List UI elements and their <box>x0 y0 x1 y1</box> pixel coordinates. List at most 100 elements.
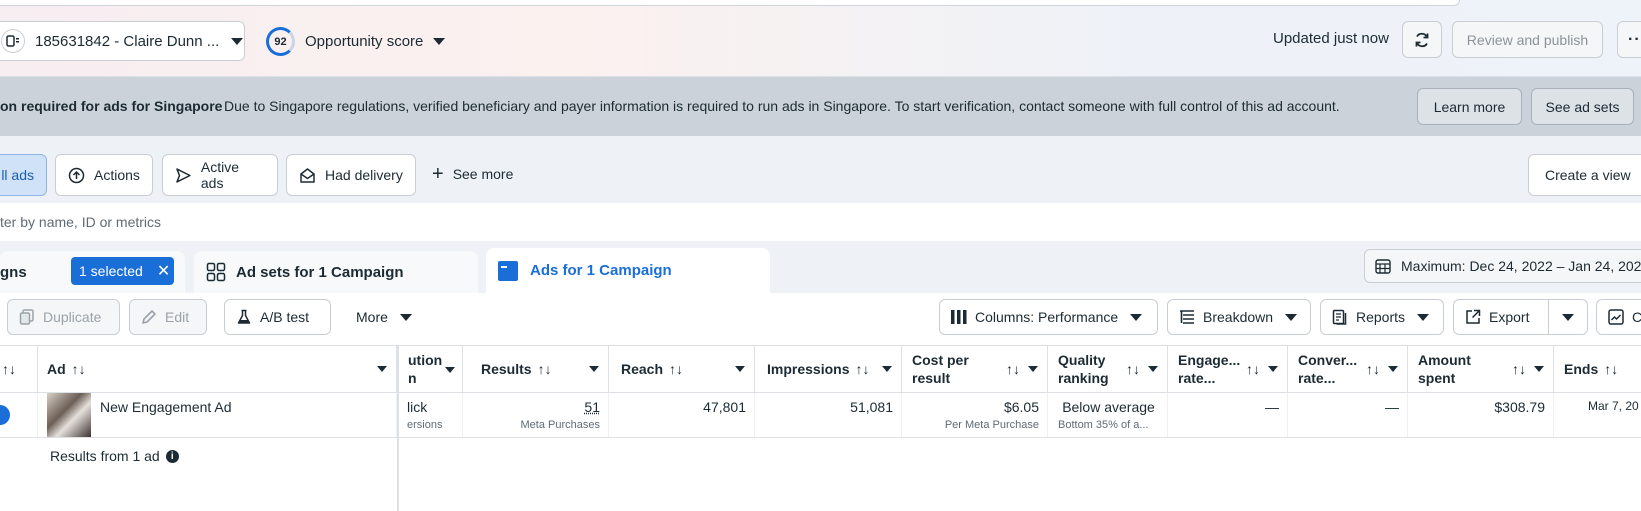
breakdown-button[interactable]: Breakdown <box>1167 299 1311 335</box>
header-impressions[interactable]: Impressions ↑↓ <box>755 346 902 392</box>
chevron-down-icon[interactable] <box>735 366 745 372</box>
learn-more-button[interactable]: Learn more <box>1417 88 1522 125</box>
charts-label: C <box>1632 309 1641 325</box>
ad-name-cell[interactable]: New Engagement Ad <box>38 393 397 437</box>
tab-ads[interactable]: Ads for 1 Campaign <box>486 248 770 293</box>
pencil-icon <box>142 310 156 324</box>
reports-button[interactable]: Reports <box>1320 299 1444 335</box>
chevron-down-icon[interactable] <box>1268 366 1278 372</box>
account-selector[interactable]: 185631842 - Claire Dunn ... <box>0 21 245 61</box>
refresh-button[interactable] <box>1402 21 1442 58</box>
ab-test-label: A/B test <box>260 309 310 325</box>
sort-icon[interactable]: ↑↓ <box>1366 360 1380 378</box>
sort-icon[interactable]: ↑↓ <box>1604 360 1618 378</box>
account-label: 185631842 - Claire Dunn ... <box>35 32 220 50</box>
close-icon[interactable]: ✕ <box>157 261 170 281</box>
more-label: More <box>356 309 388 325</box>
banner-message: Due to Singapore regulations, verified b… <box>224 98 1340 114</box>
chevron-down-icon[interactable] <box>882 366 892 372</box>
header-ad[interactable]: Ad ↑↓ <box>38 346 397 392</box>
reports-icon <box>1332 309 1347 325</box>
chevron-down-icon[interactable] <box>1388 366 1398 372</box>
opportunity-label: Opportunity score <box>305 33 424 50</box>
header-amount-spent[interactable]: Amount spent ↑↓ <box>1408 346 1554 392</box>
table-row[interactable]: New Engagement Ad lick ersions 51 Meta P… <box>0 393 1641 438</box>
header-conversion-rate[interactable]: Conver... rate... ↑↓ <box>1288 346 1408 392</box>
chevron-down-icon[interactable] <box>589 366 599 372</box>
all-ads-filter[interactable]: ll ads <box>0 154 47 196</box>
columns-button[interactable]: Columns: Performance <box>939 299 1158 335</box>
send-icon <box>176 167 191 183</box>
selected-label: 1 selected <box>79 263 143 279</box>
chevron-down-icon[interactable] <box>1534 366 1544 372</box>
see-more-filters[interactable]: + See more <box>432 164 513 184</box>
delivery-toggle[interactable] <box>0 405 10 425</box>
ads-tab-label: Ads for 1 Campaign <box>530 262 672 279</box>
chevron-down-icon[interactable] <box>1028 366 1038 372</box>
sort-icon[interactable]: ↑↓ <box>538 360 552 378</box>
sort-icon[interactable]: ↑↓ <box>1246 360 1260 378</box>
columns-label: Columns: Performance <box>975 309 1119 325</box>
quality-header-text: Quality ranking <box>1058 351 1109 387</box>
more-options-button[interactable]: ··· <box>1617 21 1641 58</box>
quality-header-line2: ranking <box>1058 370 1109 386</box>
results-value[interactable]: 51 <box>471 399 600 415</box>
header-results[interactable]: Results ↑↓ <box>463 346 609 392</box>
cost-sub: Per Meta Purchase <box>944 419 1039 431</box>
chevron-down-icon[interactable] <box>1148 366 1158 372</box>
reach-header-label: Reach <box>621 361 664 377</box>
reports-label: Reports <box>1356 309 1406 325</box>
header-toggle[interactable]: ↑↓ <box>0 346 38 392</box>
impressions-cell: 51,081 <box>755 393 902 437</box>
export-options-button[interactable] <box>1548 299 1588 335</box>
sort-icon[interactable]: ↑↓ <box>1126 360 1140 378</box>
actions-filter[interactable]: Actions <box>55 154 153 196</box>
charts-button[interactable]: C <box>1596 299 1641 335</box>
duplicate-button[interactable]: Duplicate <box>7 299 120 335</box>
ab-test-button[interactable]: A/B test <box>224 299 331 335</box>
search-placeholder: ter by name, ID or metrics <box>0 214 162 230</box>
attribution-sub: ersions <box>407 419 443 431</box>
engagement-cell: — <box>1168 393 1288 437</box>
sort-icon[interactable]: ↑↓ <box>669 360 683 378</box>
sort-icon[interactable]: ↑↓ <box>855 360 869 378</box>
header-ends[interactable]: Ends ↑↓ <box>1554 346 1641 392</box>
export-button[interactable]: Export <box>1453 299 1549 335</box>
chevron-down-icon[interactable] <box>377 366 387 372</box>
info-icon[interactable]: i <box>165 449 179 463</box>
header-attribution[interactable]: ution n <box>399 346 463 392</box>
create-view-button[interactable]: Create a view <box>1528 154 1641 196</box>
chevron-down-icon[interactable] <box>445 367 455 373</box>
sort-icon[interactable]: ↑↓ <box>72 360 86 378</box>
table-toolbar: Duplicate Edit A/B test More Columns: Pe… <box>0 293 1641 345</box>
sort-icon[interactable]: ↑↓ <box>1512 360 1526 378</box>
had-delivery-filter[interactable]: Had delivery <box>286 154 416 196</box>
impressions-header-label: Impressions <box>767 361 850 377</box>
selected-chip[interactable]: 1 selected ✕ <box>71 257 174 285</box>
had-delivery-label: Had delivery <box>325 167 403 183</box>
banner-title: on required for ads for Singapore <box>0 98 223 114</box>
opportunity-score[interactable]: 92 Opportunity score <box>266 27 446 56</box>
see-ad-sets-button[interactable]: See ad sets <box>1531 88 1634 125</box>
search-filter[interactable]: ter by name, ID or metrics <box>0 203 1641 241</box>
chevron-down-icon <box>1562 313 1574 321</box>
more-actions-button[interactable]: More <box>344 299 422 335</box>
frozen-column-divider[interactable] <box>397 345 399 511</box>
header-reach[interactable]: Reach ↑↓ <box>609 346 755 392</box>
date-range-picker[interactable]: Maximum: Dec 24, 2022 – Jan 24, 2023 <box>1364 249 1641 283</box>
date-range-label: Maximum: Dec 24, 2022 – Jan 24, 2023 <box>1401 258 1641 274</box>
sort-icon[interactable]: ↑↓ <box>2 360 16 378</box>
header-quality-ranking[interactable]: Quality ranking ↑↓ <box>1048 346 1168 392</box>
attribution-cell: lick ersions <box>399 393 463 437</box>
header-engagement-rate[interactable]: Engage... rate... ↑↓ <box>1168 346 1288 392</box>
header-cost-per-result[interactable]: Cost per result ↑↓ <box>902 346 1048 392</box>
edit-button[interactable]: Edit <box>129 299 207 335</box>
review-publish-button[interactable]: Review and publish <box>1452 21 1603 58</box>
conver-header-text: Conver... rate... <box>1298 351 1357 387</box>
sort-icon[interactable]: ↑↓ <box>1006 360 1020 378</box>
active-ads-filter[interactable]: Active ads <box>162 154 278 196</box>
top-edge <box>0 0 1460 6</box>
conver-header-line2: rate... <box>1298 370 1336 386</box>
tab-ad-sets[interactable]: Ad sets for 1 Campaign <box>194 251 478 293</box>
ad-name[interactable]: New Engagement Ad <box>100 399 232 415</box>
